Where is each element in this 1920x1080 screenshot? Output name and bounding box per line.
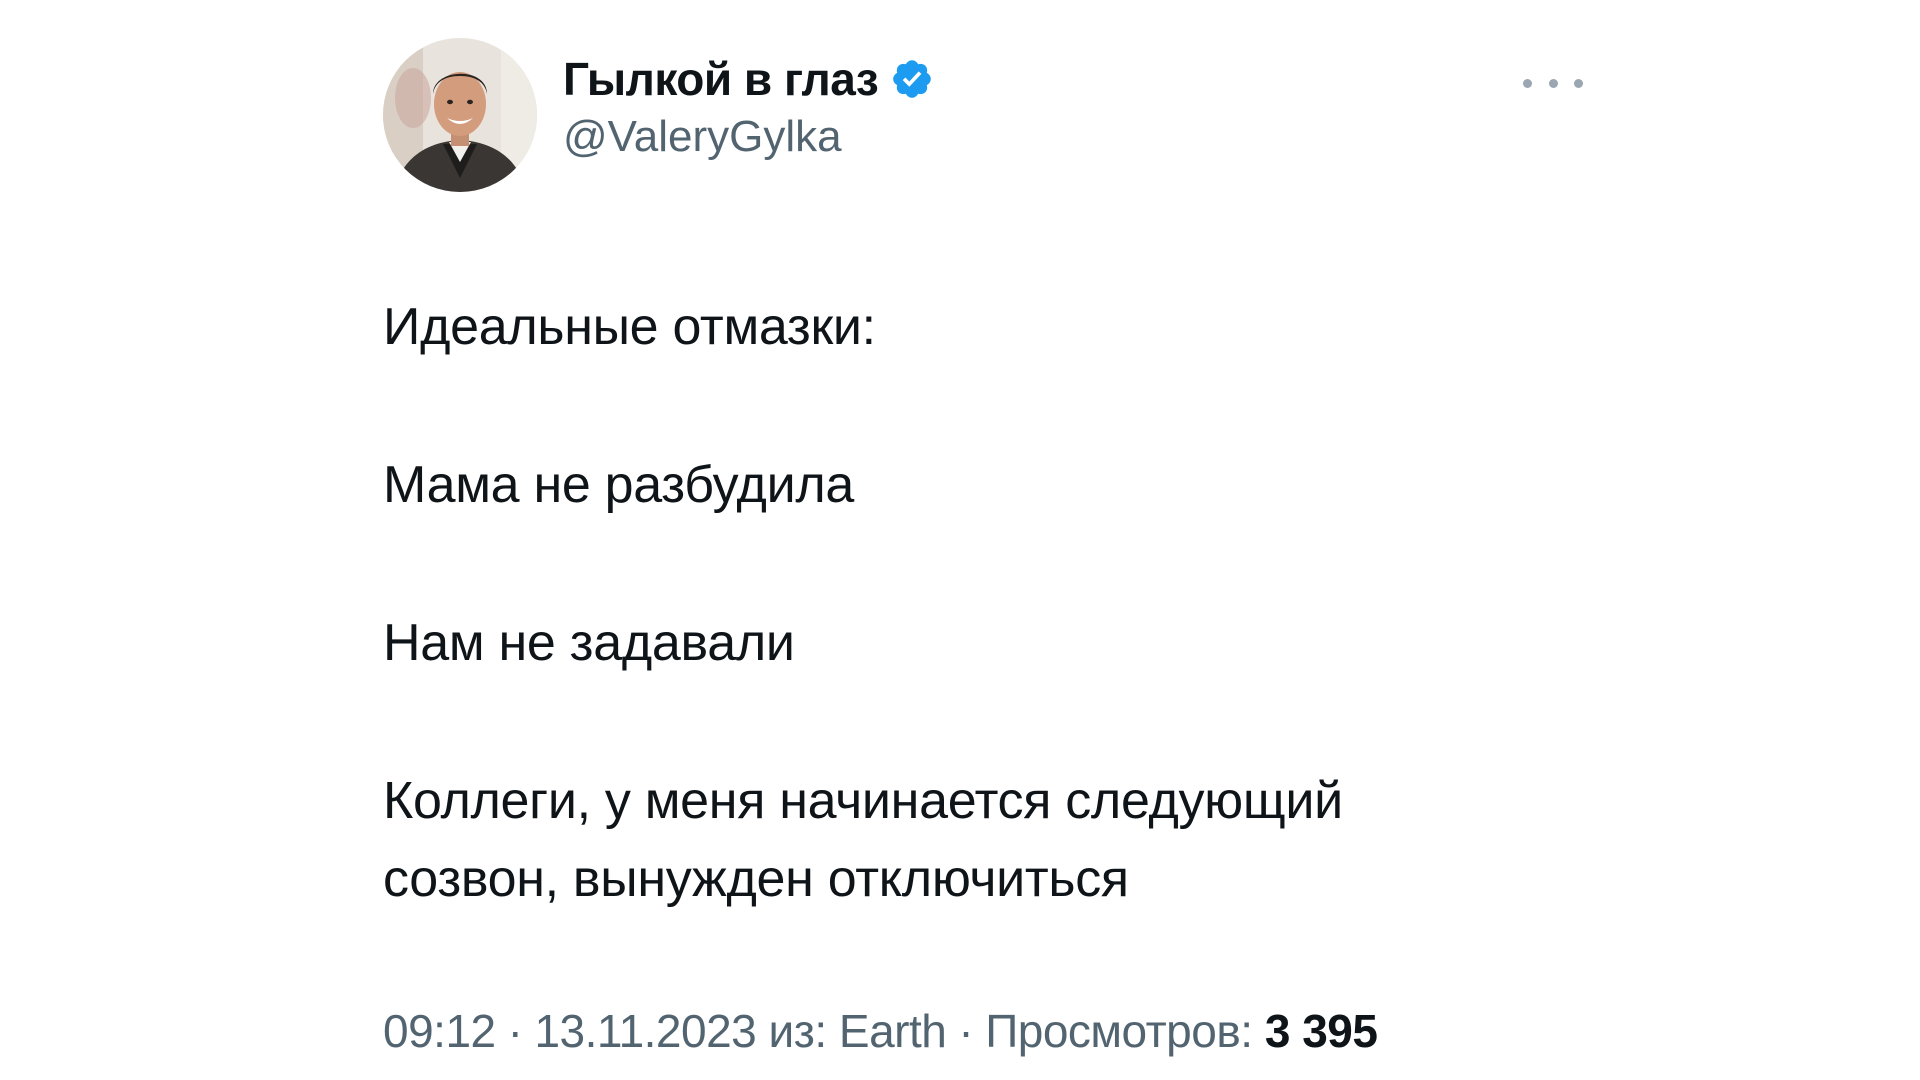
tweet-date[interactable]: 13.11.2023 [534,1005,756,1057]
tweet-paragraph: Идеальные отмазки: [383,298,876,356]
more-dot [1574,78,1583,88]
display-name[interactable]: Гылкой в глаз [563,52,879,106]
tweet-time[interactable]: 09:12 [383,1005,496,1057]
tweet-meta: 09:12 · 13.11.2023 из: Earth · Просмотров: 3… [383,1004,1583,1058]
tweet-text: Идеальные отмазки: Мама не разбудила Нам… [383,288,1583,918]
tweet-paragraph: Мама не разбудила [383,456,854,514]
verified-badge-icon[interactable] [890,57,934,101]
author-handle[interactable]: @ValeryGylka [563,112,934,162]
views-count: 3 395 [1264,1005,1378,1057]
tweet-header: Гылкой в глаз @ValeryGylka [383,38,1583,198]
tweet-paragraph: Нам не задавали [383,614,795,672]
views-label: Просмотров: [985,1005,1253,1057]
display-name-row: Гылкой в глаз [563,48,934,110]
more-dot [1548,78,1558,88]
avatar[interactable] [383,38,537,192]
author-names: Гылкой в глаз @ValeryGylka [563,48,934,162]
more-dot [1523,78,1532,88]
meta-separator: · [507,1005,523,1057]
tweet-card: Гылкой в глаз @ValeryGylka Идеальные отм… [383,38,1583,1058]
source-prefix: из: [768,1005,828,1057]
more-options-icon[interactable] [1523,68,1583,98]
tweet-paragraph: Коллеги, у меня начинается следующий соз… [383,772,1343,908]
meta-separator: · [958,1005,974,1057]
tweet-source: Earth [838,1005,947,1057]
avatar-photo [383,38,537,192]
